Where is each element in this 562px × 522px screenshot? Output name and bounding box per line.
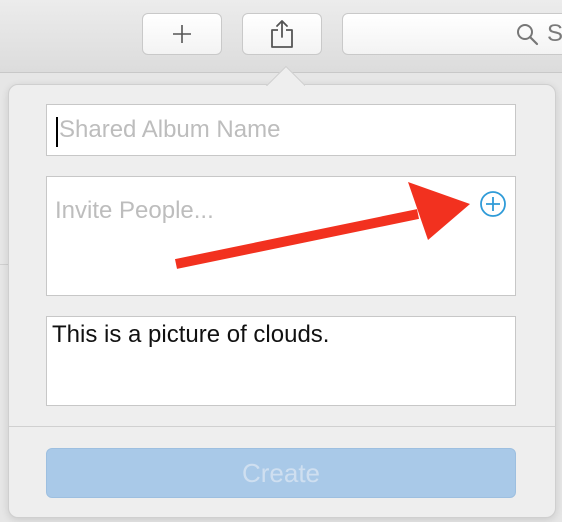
- album-name-field[interactable]: Shared Album Name: [46, 104, 516, 156]
- text-caret: [56, 117, 58, 147]
- search-placeholder: S: [547, 20, 562, 47]
- search-field[interactable]: S: [342, 13, 562, 55]
- comment-text: This is a picture of clouds.: [52, 321, 330, 348]
- create-button[interactable]: Create: [46, 448, 516, 498]
- comment-field[interactable]: This is a picture of clouds.: [46, 316, 516, 406]
- album-name-placeholder: Shared Album Name: [59, 116, 281, 143]
- invite-people-placeholder: Invite People...: [55, 197, 214, 224]
- plus-icon: [173, 25, 191, 43]
- plus-circle-icon[interactable]: [478, 189, 508, 219]
- add-button[interactable]: [142, 13, 222, 55]
- search-icon: [517, 24, 539, 46]
- invite-people-field[interactable]: Invite People...: [46, 176, 516, 296]
- footer-divider: [9, 426, 555, 427]
- share-button[interactable]: [242, 13, 322, 55]
- popover-arrow: [265, 62, 305, 86]
- share-icon: [271, 20, 293, 48]
